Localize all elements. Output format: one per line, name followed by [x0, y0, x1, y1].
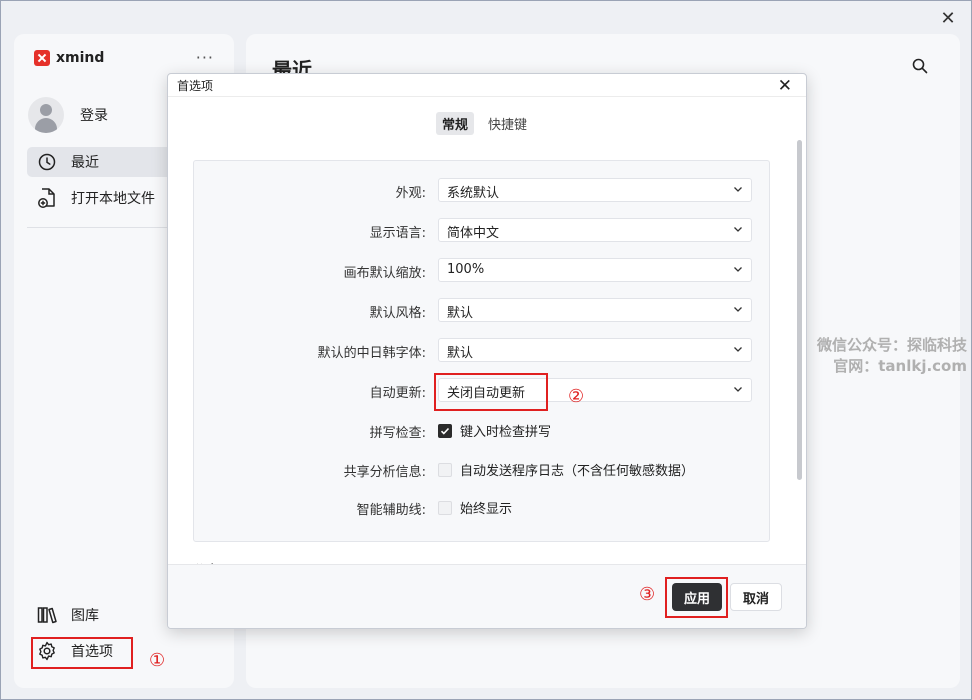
- cancel-button[interactable]: 取消: [730, 583, 782, 611]
- guides-label: 智能辅助线:: [356, 503, 426, 518]
- avatar: [28, 97, 64, 133]
- xmind-logo-icon: [34, 50, 50, 66]
- guides-text: 始终显示: [460, 502, 513, 517]
- library-icon: [37, 605, 57, 625]
- check-icon: [440, 427, 450, 435]
- brand-name: xmind: [56, 50, 105, 66]
- dialog-header-divider: [168, 96, 806, 97]
- style-label: 默认风格:: [369, 306, 426, 321]
- setting-guides: 智能辅助线: 始终显示: [194, 495, 771, 519]
- guides-option[interactable]: 始终显示: [438, 498, 512, 517]
- annotation-three: ③: [639, 584, 656, 605]
- highlight-auto-update: [434, 373, 548, 411]
- chevron-down-icon: [733, 183, 743, 198]
- chevron-down-icon: [733, 263, 743, 278]
- more-options-icon[interactable]: ···: [196, 48, 214, 67]
- clock-icon: [37, 152, 57, 172]
- dialog-close-icon[interactable]: ✕: [778, 76, 792, 96]
- annotation-two: ②: [568, 386, 585, 407]
- spellcheck-checkbox[interactable]: [438, 423, 452, 438]
- analytics-checkbox[interactable]: [438, 462, 452, 477]
- login-label: 登录: [80, 108, 108, 124]
- chevron-down-icon: [733, 383, 743, 398]
- analytics-label: 共享分析信息:: [343, 465, 426, 480]
- dialog-tabs: 常规 快捷键: [436, 112, 533, 135]
- annotation-one: ①: [149, 650, 166, 671]
- auto-update-label: 自动更新:: [369, 386, 426, 401]
- chevron-down-icon: [733, 343, 743, 358]
- appearance-value: 系统默认: [447, 186, 500, 201]
- appearance-select[interactable]: 系统默认: [438, 178, 752, 202]
- tab-general[interactable]: 常规: [436, 112, 475, 135]
- file-add-icon: [37, 188, 57, 208]
- chevron-down-icon: [733, 303, 743, 318]
- language-value: 简体中文: [447, 226, 500, 241]
- cjk-font-value: 默认: [447, 346, 474, 361]
- chevron-down-icon: [733, 223, 743, 238]
- brand: xmind: [34, 50, 104, 66]
- tab-shortcuts[interactable]: 快捷键: [482, 112, 533, 135]
- language-select[interactable]: 简体中文: [438, 218, 752, 242]
- window-close-icon[interactable]: ✕: [937, 7, 959, 29]
- setting-style: 默认风格: 默认: [194, 298, 771, 322]
- general-settings: 外观: 系统默认 显示语言: 简体中文 画布默认缩放: 100% 默认风格: 默…: [193, 160, 770, 542]
- dialog-scrollbar[interactable]: [797, 140, 802, 480]
- dialog-title: 首选项: [177, 79, 214, 93]
- setting-appearance: 外观: 系统默认: [194, 178, 771, 202]
- guides-checkbox[interactable]: [438, 500, 452, 515]
- style-value: 默认: [447, 306, 474, 321]
- setting-zoom: 画布默认缩放: 100%: [194, 258, 771, 282]
- highlight-preferences: [31, 637, 133, 669]
- highlight-apply: [665, 577, 728, 618]
- sidebar-item-label: 最近: [71, 155, 99, 171]
- sidebar-item-label: 打开本地文件: [71, 191, 155, 207]
- setting-cjk-font: 默认的中日韩字体: 默认: [194, 338, 771, 362]
- language-label: 显示语言:: [369, 226, 426, 241]
- spellcheck-label: 拼写检查:: [369, 426, 426, 441]
- search-icon[interactable]: [912, 58, 928, 78]
- spellcheck-text: 键入时检查拼写: [460, 425, 552, 440]
- cjk-font-select[interactable]: 默认: [438, 338, 752, 362]
- spellcheck-option[interactable]: 键入时检查拼写: [438, 421, 551, 440]
- style-select[interactable]: 默认: [438, 298, 752, 322]
- app-window: ✕ xmind ··· 登录 最近 打开本地文件 图库 首选项 ① 最近 微信公…: [0, 0, 972, 700]
- cjk-font-label: 默认的中日韩字体:: [317, 346, 426, 361]
- user-login[interactable]: 登录: [28, 97, 108, 133]
- setting-language: 显示语言: 简体中文: [194, 218, 771, 242]
- analytics-text: 自动发送程序日志（不含任何敏感数据）: [460, 464, 695, 479]
- zoom-select[interactable]: 100%: [438, 258, 752, 282]
- appearance-label: 外观:: [395, 186, 426, 201]
- setting-spellcheck: 拼写检查: 键入时检查拼写: [194, 418, 771, 442]
- sidebar-item-label: 图库: [71, 608, 99, 624]
- setting-analytics: 共享分析信息: 自动发送程序日志（不含任何敏感数据）: [194, 457, 771, 481]
- preferences-dialog: 首选项 ✕ 常规 快捷键 外观: 系统默认 显示语言: 简体中文 画布默认缩放:…: [167, 73, 807, 629]
- zoom-label: 画布默认缩放:: [343, 266, 426, 281]
- watermark: 微信公众号：探临科技 官网：tanlkj.com: [817, 335, 967, 377]
- watermark-line2: 官网：tanlkj.com: [833, 357, 967, 375]
- analytics-option[interactable]: 自动发送程序日志（不含任何敏感数据）: [438, 460, 694, 479]
- watermark-line1: 微信公众号：探临科技: [816, 336, 967, 354]
- zoom-value: 100%: [447, 262, 485, 277]
